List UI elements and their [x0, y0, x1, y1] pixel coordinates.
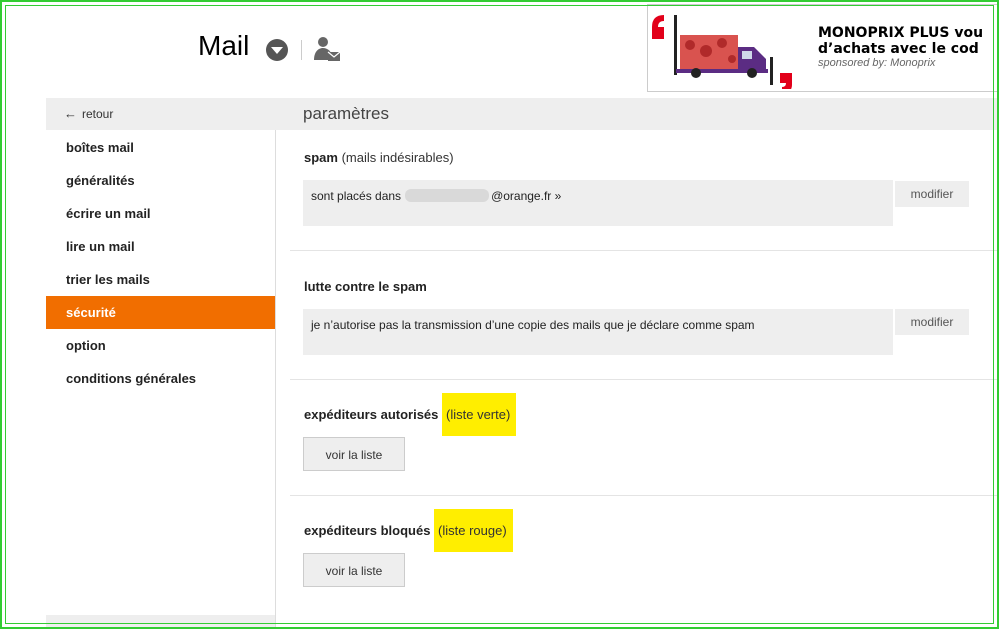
spam-title: spam: [304, 150, 338, 165]
spam-value-box: sont placés dans @orange.fr »: [303, 180, 893, 226]
spam-value-prefix: sont placés dans: [311, 189, 402, 203]
blocked-senders-note: (liste rouge): [434, 509, 513, 552]
page-title: paramètres: [303, 104, 389, 123]
spam-value: sont placés dans @orange.fr »: [311, 189, 561, 203]
header-divider: [301, 40, 302, 60]
spam-section-title: spam (mails indésirables): [304, 150, 454, 165]
settings-nav: boîtes mail généralités écrire un mail l…: [46, 131, 275, 395]
sidebar-item-security[interactable]: sécurité: [46, 296, 275, 329]
ad-banner[interactable]: MONOPRIX PLUS vou d’achats avec le cod s…: [647, 4, 999, 92]
sidebar-item-terms[interactable]: conditions générales: [46, 362, 275, 395]
section-divider: [290, 250, 999, 251]
blocked-senders-title: expéditeurs bloqués: [304, 523, 431, 538]
redacted-email: [405, 189, 490, 202]
delivery-truck-icon: [652, 15, 792, 89]
sidebar: ← retour boîtes mail généralités écrire …: [46, 98, 276, 629]
contact-mail-icon[interactable]: [313, 36, 343, 64]
sidebar-item-option[interactable]: option: [46, 329, 275, 362]
allowed-senders-section-title: expéditeurs autorisés (liste verte): [304, 393, 517, 436]
blocked-senders-section-title: expéditeurs bloqués (liste rouge): [304, 509, 513, 552]
anti-spam-value-box: je n’autorise pas la transmission d’une …: [303, 309, 893, 355]
anti-spam-title: lutte contre le spam: [304, 279, 427, 294]
sidebar-item-compose[interactable]: écrire un mail: [46, 197, 275, 230]
view-blocked-list-button[interactable]: voir la liste: [303, 553, 405, 587]
anti-spam-value: je n’autorise pas la transmission d’une …: [311, 318, 755, 332]
ad-headline: MONOPRIX PLUS vou d’achats avec le cod: [818, 25, 983, 57]
allowed-senders-title: expéditeurs autorisés: [304, 407, 439, 422]
sidebar-item-sort[interactable]: trier les mails: [46, 263, 275, 296]
ad-sponsor: sponsored by: Monoprix: [818, 57, 936, 69]
section-divider: [290, 379, 999, 380]
sidebar-item-mailboxes[interactable]: boîtes mail: [46, 131, 275, 164]
sidebar-item-read[interactable]: lire un mail: [46, 230, 275, 263]
section-divider: [290, 495, 999, 496]
view-allowed-list-button[interactable]: voir la liste: [303, 437, 405, 471]
ad-headline-line: d’achats avec le cod: [818, 41, 979, 57]
anti-spam-modify-button[interactable]: modifier: [895, 309, 969, 335]
spam-modify-button[interactable]: modifier: [895, 181, 969, 207]
spam-value-suffix: @orange.fr »: [491, 189, 562, 203]
app-title: Mail: [198, 30, 250, 61]
spam-note: (mails indésirables): [341, 150, 454, 165]
chevron-down-icon[interactable]: [266, 39, 288, 61]
sidebar-footer: [46, 615, 275, 629]
sidebar-item-general[interactable]: généralités: [46, 164, 275, 197]
main-header: paramètres: [275, 98, 999, 130]
back-label: retour: [82, 107, 114, 121]
arrow-left-icon: ←: [64, 106, 77, 121]
allowed-senders-note: (liste verte): [442, 393, 517, 436]
back-button[interactable]: ← retour: [46, 98, 275, 130]
ad-headline-line: MONOPRIX PLUS vou: [818, 25, 984, 41]
